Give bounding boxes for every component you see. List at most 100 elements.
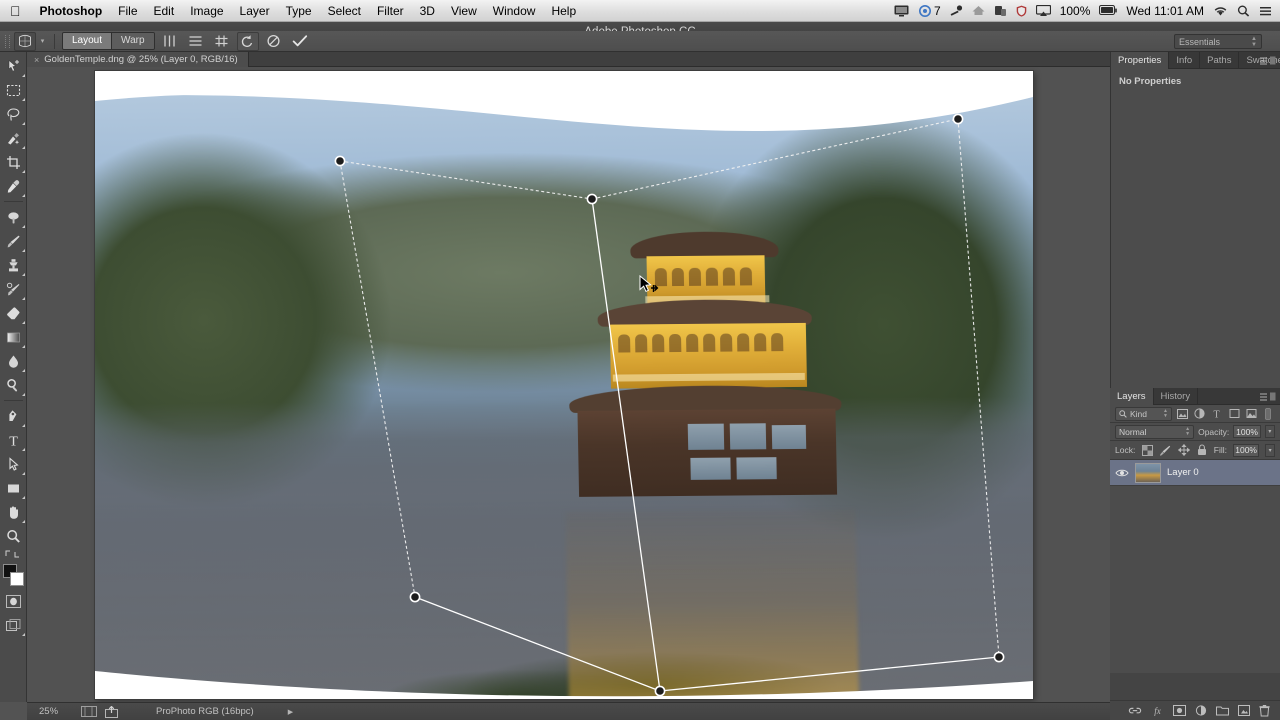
status-expand-icon[interactable]: ▶	[288, 708, 293, 716]
notification-center-icon[interactable]	[1259, 5, 1272, 17]
tab-layers[interactable]: Layers	[1110, 388, 1154, 405]
layer-thumbnail[interactable]	[1135, 462, 1161, 483]
menu-file[interactable]: File	[110, 4, 145, 18]
blur-tool[interactable]	[1, 349, 26, 373]
spot-healing-brush-tool[interactable]	[1, 205, 26, 229]
new-group-icon[interactable]	[1216, 705, 1229, 716]
rectangle-tool[interactable]	[1, 476, 26, 500]
filter-type-icon[interactable]: T	[1210, 407, 1223, 421]
menu-help[interactable]: Help	[543, 4, 584, 18]
fill-value[interactable]: 100%	[1233, 443, 1260, 457]
airplay-icon[interactable]	[1035, 4, 1051, 17]
opacity-stepper[interactable]: ▾	[1264, 425, 1275, 438]
image-canvas[interactable]	[95, 71, 1033, 699]
pen-tool[interactable]	[1, 404, 26, 428]
layer-mask-icon[interactable]	[1173, 705, 1186, 716]
warp-mode-warp[interactable]: Warp	[112, 33, 154, 49]
panel-menu-icon[interactable]	[1260, 392, 1276, 401]
hand-tool[interactable]	[1, 500, 26, 524]
quick-mask-icon[interactable]	[1, 589, 26, 613]
dodge-tool[interactable]	[1, 373, 26, 397]
document-size-icon[interactable]	[81, 706, 97, 717]
tab-history[interactable]: History	[1154, 388, 1199, 405]
quick-selection-tool[interactable]	[1, 126, 26, 150]
blend-mode-select[interactable]: Normal ▲ ▼	[1115, 424, 1195, 439]
tab-paths[interactable]: Paths	[1200, 52, 1240, 69]
close-icon[interactable]: ×	[34, 55, 39, 65]
layer-style-icon[interactable]: fx	[1151, 705, 1164, 716]
options-bar-grip[interactable]	[3, 31, 12, 52]
opacity-value[interactable]: 100%	[1233, 425, 1261, 438]
menu-image[interactable]: Image	[182, 4, 231, 18]
shield-icon[interactable]	[1016, 5, 1027, 17]
warp-mode-layout[interactable]: Layout	[63, 33, 113, 49]
commit-transform-icon[interactable]	[289, 32, 311, 51]
link-layers-icon[interactable]	[1128, 705, 1142, 716]
lock-all-icon[interactable]	[1196, 443, 1208, 457]
cancel-transform-icon[interactable]	[263, 32, 285, 51]
filter-pixel-icon[interactable]	[1176, 407, 1189, 421]
document-tab[interactable]: × GoldenTemple.dng @ 25% (Layer 0, RGB/1…	[27, 52, 249, 67]
menu-select[interactable]: Select	[320, 4, 369, 18]
adjustment-layer-icon[interactable]	[1195, 705, 1207, 716]
menu-type[interactable]: Type	[278, 4, 320, 18]
workspace-selector[interactable]: Essentials ▲ ▼	[1174, 34, 1262, 49]
zoom-level[interactable]: 25%	[39, 706, 73, 717]
move-tool[interactable]	[1, 54, 26, 78]
search-icon[interactable]	[1237, 5, 1250, 17]
panel-menu-icon[interactable]	[1260, 56, 1276, 65]
zoom-tool[interactable]	[1, 524, 26, 548]
lock-transparency-icon[interactable]	[1141, 443, 1153, 457]
layer-list[interactable]: Layer 0	[1110, 460, 1280, 673]
apple-logo-icon[interactable]: 	[0, 4, 32, 18]
warp-tool-icon[interactable]	[14, 31, 36, 51]
lasso-tool[interactable]	[1, 102, 26, 126]
menu-window[interactable]: Window	[485, 4, 544, 18]
menu-bar-clock[interactable]: Wed 11:01 AM	[1126, 4, 1204, 18]
eye-icon[interactable]	[1115, 468, 1129, 478]
canvas-area[interactable]	[27, 67, 1110, 702]
background-color-swatch[interactable]	[9, 572, 24, 586]
lock-image-icon[interactable]	[1159, 443, 1171, 457]
filter-adjustment-icon[interactable]	[1193, 407, 1206, 421]
home-icon[interactable]	[972, 5, 985, 16]
rectangular-marquee-tool[interactable]	[1, 78, 26, 102]
warp-preset-caret[interactable]: ▾	[36, 37, 49, 45]
key-icon[interactable]	[950, 4, 963, 17]
tab-properties[interactable]: Properties	[1111, 52, 1170, 69]
delete-layer-icon[interactable]	[1259, 704, 1270, 717]
menu-edit[interactable]: Edit	[146, 4, 183, 18]
wifi-icon[interactable]	[1213, 5, 1228, 17]
menu-view[interactable]: View	[443, 4, 485, 18]
menu-filter[interactable]: Filter	[369, 4, 412, 18]
sync-icon[interactable]: 7	[918, 4, 941, 18]
gradient-tool[interactable]	[1, 325, 26, 349]
brush-tool[interactable]	[1, 229, 26, 253]
document-window[interactable]	[95, 71, 1033, 699]
filter-smart-object-icon[interactable]	[1245, 407, 1258, 421]
battery-icon[interactable]	[1099, 5, 1118, 16]
eyedropper-tool[interactable]	[1, 174, 26, 198]
split-horizontal-icon[interactable]	[185, 32, 207, 51]
layer-name[interactable]: Layer 0	[1167, 467, 1199, 478]
reset-warp-icon[interactable]	[236, 31, 259, 51]
fill-stepper[interactable]: ▾	[1265, 443, 1275, 457]
layer-row-layer-0[interactable]: Layer 0	[1110, 460, 1280, 486]
split-grid-icon[interactable]	[211, 32, 233, 51]
path-selection-tool[interactable]	[1, 452, 26, 476]
menu-3d[interactable]: 3D	[412, 4, 443, 18]
split-vertical-icon[interactable]	[159, 32, 181, 51]
tab-info[interactable]: Info	[1169, 52, 1201, 69]
screen-mode-icon[interactable]	[1, 613, 26, 637]
lock-position-icon[interactable]	[1177, 443, 1190, 457]
history-brush-tool[interactable]	[1, 277, 26, 301]
new-layer-icon[interactable]	[1238, 705, 1250, 716]
share-icon[interactable]	[105, 705, 118, 718]
clone-stamp-tool[interactable]	[1, 253, 26, 277]
crop-tool[interactable]	[1, 150, 26, 174]
eraser-tool[interactable]	[1, 301, 26, 325]
menu-photoshop[interactable]: Photoshop	[32, 4, 111, 18]
filter-shape-icon[interactable]	[1227, 407, 1240, 421]
horizontal-type-tool[interactable]: T	[1, 428, 26, 452]
layer-filter-kind-select[interactable]: Kind ▲ ▼	[1115, 406, 1172, 421]
